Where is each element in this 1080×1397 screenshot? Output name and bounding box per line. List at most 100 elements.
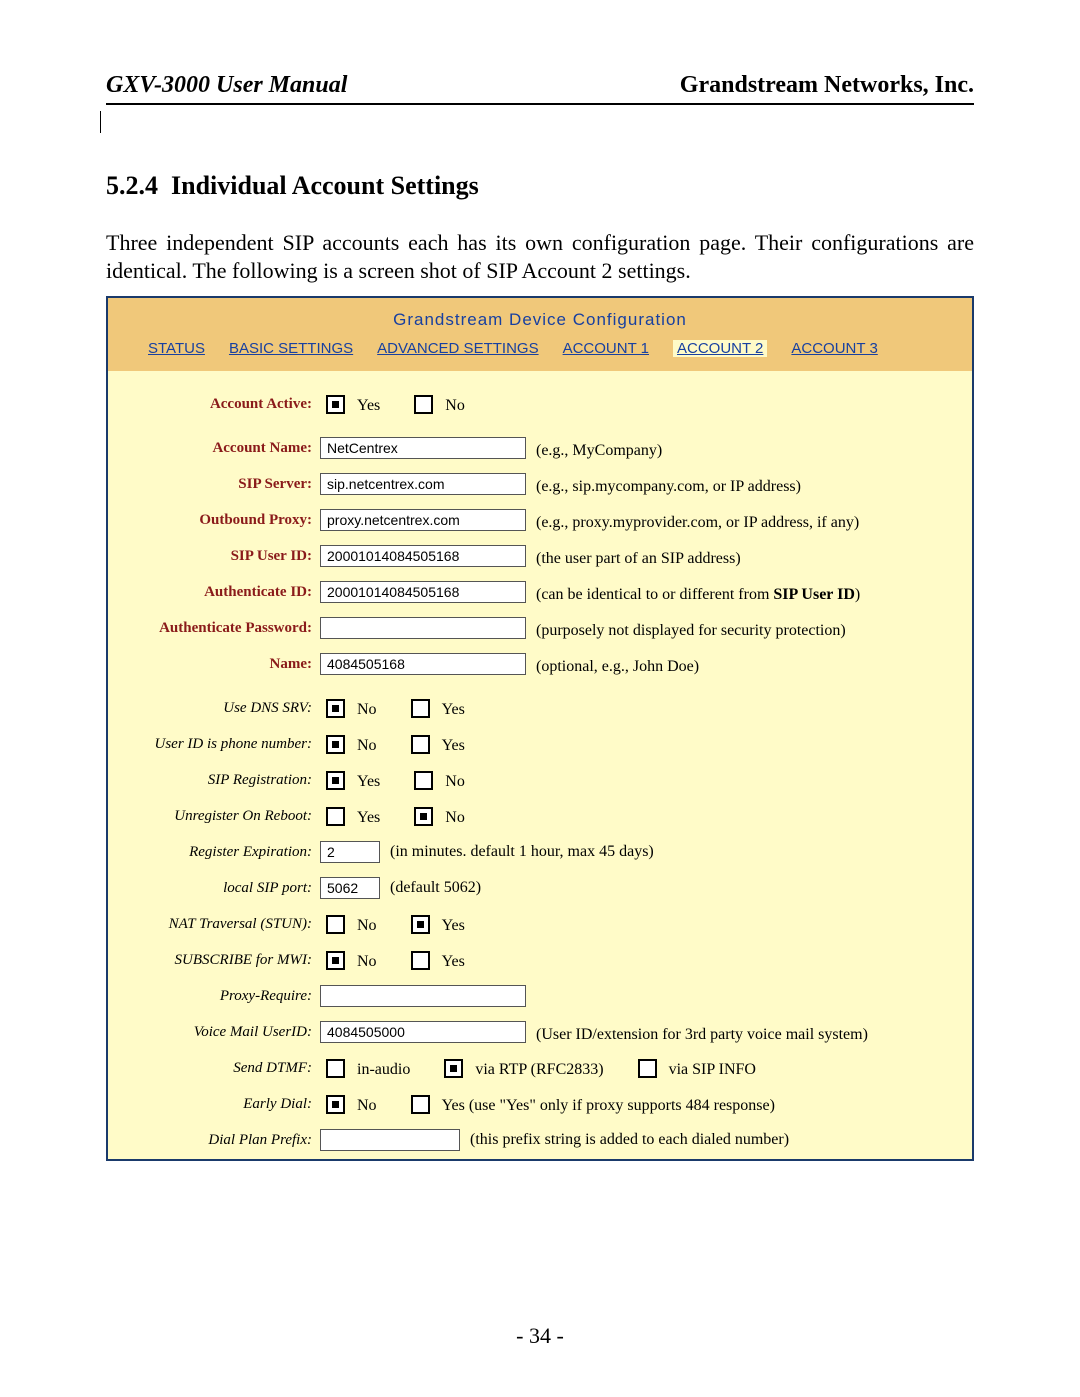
- radio-uid-phone-no[interactable]: [326, 735, 345, 754]
- row-proxy-require: Proxy-Require:: [128, 983, 952, 1009]
- row-local-sip-port: local SIP port: (default 5062): [128, 875, 952, 901]
- radio-dtmf-rtp[interactable]: [444, 1059, 463, 1078]
- row-account-active: Account Active: Yes No: [128, 391, 952, 417]
- row-dns-srv: Use DNS SRV: No Yes: [128, 695, 952, 721]
- header-left: GXV-3000 User Manual: [106, 72, 347, 99]
- hint-authenticate-id: (can be identical to or different from S…: [536, 586, 860, 605]
- radio-account-active-yes[interactable]: [326, 395, 345, 414]
- label-dns-srv: Use DNS SRV:: [128, 700, 320, 717]
- hint-outbound-proxy: (e.g., proxy.myprovider.com, or IP addre…: [536, 514, 859, 533]
- hint-sip-server: (e.g., sip.mycompany.com, or IP address): [536, 478, 801, 497]
- tab-account-3[interactable]: ACCOUNT 3: [791, 340, 877, 357]
- label-account-name: Account Name:: [128, 440, 320, 457]
- config-screenshot: Grandstream Device Configuration STATUS …: [106, 296, 974, 1161]
- label-early-dial: Early Dial:: [128, 1096, 320, 1113]
- row-sip-registration: SIP Registration: Yes No: [128, 767, 952, 793]
- header-right: Grandstream Networks, Inc.: [680, 72, 974, 99]
- input-sip-user-id[interactable]: [320, 545, 526, 567]
- label-outbound-proxy: Outbound Proxy:: [128, 512, 320, 529]
- tab-account-1[interactable]: ACCOUNT 1: [563, 340, 649, 357]
- label-voicemail-uid: Voice Mail UserID:: [128, 1024, 320, 1041]
- row-subscribe-mwi: SUBSCRIBE for MWI: No Yes: [128, 947, 952, 973]
- input-voicemail-uid[interactable]: [320, 1021, 526, 1043]
- hint-sip-user-id: (the user part of an SIP address): [536, 550, 741, 569]
- radio-early-dial-yes[interactable]: [411, 1095, 430, 1114]
- label-dial-plan-prefix: Dial Plan Prefix:: [128, 1132, 320, 1149]
- input-authenticate-password[interactable]: [320, 617, 526, 639]
- radio-early-dial-no[interactable]: [326, 1095, 345, 1114]
- row-sip-user-id: SIP User ID: (the user part of an SIP ad…: [128, 543, 952, 569]
- intro-paragraph: Three independent SIP accounts each has …: [106, 229, 974, 284]
- hint-account-name: (e.g., MyCompany): [536, 442, 662, 461]
- page-header: GXV-3000 User Manual Grandstream Network…: [106, 72, 974, 99]
- row-outbound-proxy: Outbound Proxy: (e.g., proxy.myprovider.…: [128, 507, 952, 533]
- tab-advanced-settings[interactable]: ADVANCED SETTINGS: [377, 340, 538, 357]
- label-nat-stun: NAT Traversal (STUN):: [128, 916, 320, 933]
- input-dial-plan-prefix[interactable]: [320, 1129, 460, 1151]
- radio-mwi-no[interactable]: [326, 951, 345, 970]
- label-sip-user-id: SIP User ID:: [128, 548, 320, 565]
- radio-uid-phone-yes[interactable]: [411, 735, 430, 754]
- label-sip-server: SIP Server:: [128, 476, 320, 493]
- tab-basic-settings[interactable]: BASIC SETTINGS: [229, 340, 353, 357]
- radio-unreg-no[interactable]: [414, 807, 433, 826]
- label-uid-phone: User ID is phone number:: [128, 736, 320, 753]
- row-uid-phone: User ID is phone number: No Yes: [128, 731, 952, 757]
- row-unregister-reboot: Unregister On Reboot: Yes No: [128, 803, 952, 829]
- tab-status[interactable]: STATUS: [148, 340, 205, 357]
- row-send-dtmf: Send DTMF: in-audio via RTP (RFC2833) vi…: [128, 1055, 952, 1081]
- row-account-name: Account Name: (e.g., MyCompany): [128, 435, 952, 461]
- input-name[interactable]: [320, 653, 526, 675]
- radio-nat-yes[interactable]: [411, 915, 430, 934]
- input-proxy-require[interactable]: [320, 985, 526, 1007]
- config-title: Grandstream Device Configuration: [108, 298, 972, 340]
- radio-dtmf-sip-info[interactable]: [638, 1059, 657, 1078]
- row-voicemail-uid: Voice Mail UserID: (User ID/extension fo…: [128, 1019, 952, 1045]
- hint-register-expiration: (in minutes. default 1 hour, max 45 days…: [390, 843, 654, 861]
- input-account-name[interactable]: [320, 437, 526, 459]
- label-name: Name:: [128, 656, 320, 673]
- radio-sip-reg-no[interactable]: [414, 771, 433, 790]
- radio-unreg-yes[interactable]: [326, 807, 345, 826]
- radio-dns-srv-no[interactable]: [326, 699, 345, 718]
- radio-mwi-yes[interactable]: [411, 951, 430, 970]
- row-register-expiration: Register Expiration: (in minutes. defaul…: [128, 839, 952, 865]
- input-sip-server[interactable]: [320, 473, 526, 495]
- row-early-dial: Early Dial: No Yes (use "Yes" only if pr…: [128, 1091, 952, 1117]
- label-send-dtmf: Send DTMF:: [128, 1060, 320, 1077]
- radio-account-active-no[interactable]: [414, 395, 433, 414]
- input-outbound-proxy[interactable]: [320, 509, 526, 531]
- label-proxy-require: Proxy-Require:: [128, 988, 320, 1005]
- input-authenticate-id[interactable]: [320, 581, 526, 603]
- text-cursor: [100, 111, 101, 133]
- label-account-active: Account Active:: [128, 396, 320, 413]
- label-unregister-reboot: Unregister On Reboot:: [128, 808, 320, 825]
- hint-voicemail-uid: (User ID/extension for 3rd party voice m…: [536, 1026, 868, 1045]
- header-rule: [106, 103, 974, 105]
- tab-account-2[interactable]: ACCOUNT 2: [673, 340, 767, 357]
- input-register-expiration[interactable]: [320, 841, 380, 863]
- hint-dial-plan-prefix: (this prefix string is added to each dia…: [470, 1131, 789, 1149]
- label-authenticate-password: Authenticate Password:: [128, 620, 320, 637]
- radio-dns-srv-yes[interactable]: [411, 699, 430, 718]
- section-heading: 5.2.4 Individual Account Settings: [106, 171, 974, 201]
- radio-sip-reg-yes[interactable]: [326, 771, 345, 790]
- page-number: - 34 -: [0, 1323, 1080, 1349]
- row-authenticate-id: Authenticate ID: (can be identical to or…: [128, 579, 952, 605]
- row-dial-plan-prefix: Dial Plan Prefix: (this prefix string is…: [128, 1127, 952, 1153]
- row-name: Name: (optional, e.g., John Doe): [128, 651, 952, 677]
- hint-name: (optional, e.g., John Doe): [536, 658, 699, 677]
- label-local-sip-port: local SIP port:: [128, 880, 320, 897]
- row-authenticate-password: Authenticate Password: (purposely not di…: [128, 615, 952, 641]
- radio-dtmf-in-audio[interactable]: [326, 1059, 345, 1078]
- label-register-expiration: Register Expiration:: [128, 844, 320, 861]
- row-sip-server: SIP Server: (e.g., sip.mycompany.com, or…: [128, 471, 952, 497]
- label-subscribe-mwi: SUBSCRIBE for MWI:: [128, 952, 320, 969]
- hint-local-sip-port: (default 5062): [390, 879, 481, 897]
- label-sip-registration: SIP Registration:: [128, 772, 320, 789]
- radio-nat-no[interactable]: [326, 915, 345, 934]
- hint-authenticate-password: (purposely not displayed for security pr…: [536, 622, 846, 641]
- config-form: Account Active: Yes No Account Name: (e.…: [108, 371, 972, 1159]
- label-authenticate-id: Authenticate ID:: [128, 584, 320, 601]
- input-local-sip-port[interactable]: [320, 877, 380, 899]
